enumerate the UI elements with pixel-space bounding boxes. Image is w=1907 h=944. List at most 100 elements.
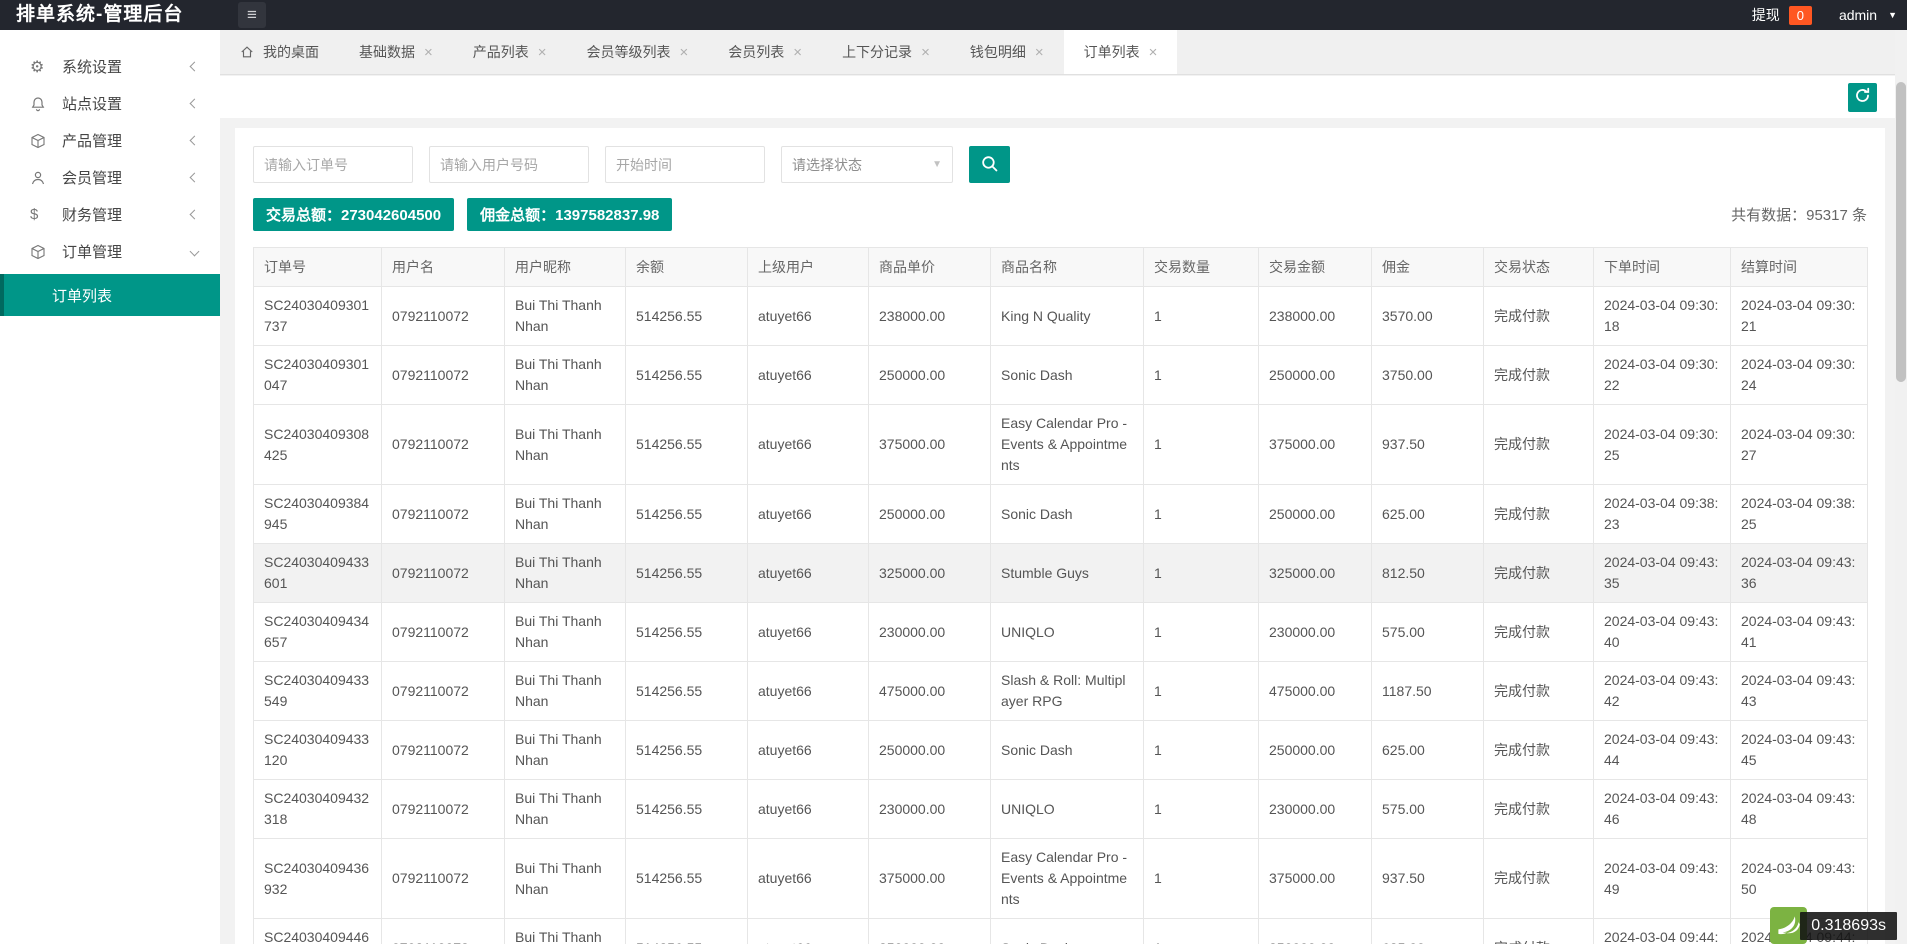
table-cell: 575.00 bbox=[1371, 779, 1484, 839]
sidebar-item-label: 站点设置 bbox=[62, 96, 123, 113]
close-icon[interactable]: × bbox=[1035, 44, 1044, 61]
commission-total-badge[interactable]: 佣金总额：1397582837.98 bbox=[467, 198, 673, 231]
table-cell: 1 bbox=[1143, 918, 1259, 944]
table-row: SC240304094461550792110072Bui Thi Thanh … bbox=[253, 918, 1868, 944]
table-cell: 0792110072 bbox=[381, 286, 505, 346]
sidebar-item[interactable]: ⚙ 系统设置 bbox=[0, 48, 220, 85]
chevron-left-icon bbox=[189, 135, 200, 146]
gear-icon: ⚙ bbox=[30, 58, 45, 76]
column-header: 结算时间 bbox=[1730, 247, 1868, 287]
close-icon[interactable]: × bbox=[538, 44, 547, 61]
table-cell: Bui Thi Thanh Nhan bbox=[504, 661, 626, 721]
column-header: 订单号 bbox=[253, 247, 382, 287]
table-cell: 完成付款 bbox=[1483, 720, 1594, 780]
refresh-button[interactable] bbox=[1848, 83, 1877, 112]
close-icon[interactable]: × bbox=[424, 44, 433, 61]
column-header: 交易数量 bbox=[1143, 247, 1259, 287]
scrollbar-track[interactable] bbox=[1895, 30, 1907, 944]
sidebar-item[interactable]: 会员管理 bbox=[0, 159, 220, 196]
tab[interactable]: 上下分记录 × bbox=[822, 30, 950, 74]
close-icon[interactable]: × bbox=[793, 44, 802, 61]
status-select[interactable]: 请选择状态 ▼ bbox=[781, 146, 953, 183]
table-cell: 575.00 bbox=[1371, 602, 1484, 662]
table-cell: 2024-03-04 09:30:25 bbox=[1593, 404, 1731, 485]
tab[interactable]: 会员等级列表 × bbox=[567, 30, 709, 74]
table-cell: 0792110072 bbox=[381, 720, 505, 780]
table-cell: 250000.00 bbox=[868, 918, 991, 944]
withdraw-count-badge[interactable]: 0 bbox=[1788, 5, 1812, 25]
sidebar-subitem[interactable]: 订单列表 bbox=[0, 274, 220, 316]
record-count: 共有数据：95317 条 bbox=[1731, 207, 1867, 224]
search-button[interactable] bbox=[969, 146, 1010, 183]
sidebar-item[interactable]: 订单管理 bbox=[0, 233, 220, 270]
table-cell: 2024-03-04 09:38:25 bbox=[1730, 484, 1868, 544]
table-cell: 完成付款 bbox=[1483, 661, 1594, 721]
table-cell: 3750.00 bbox=[1371, 345, 1484, 405]
table-cell: 1 bbox=[1143, 484, 1259, 544]
table-cell: 230000.00 bbox=[868, 602, 991, 662]
sidebar-item-label: 产品管理 bbox=[62, 133, 123, 150]
table-cell: atuyet66 bbox=[747, 286, 869, 346]
tab[interactable]: 会员列表 × bbox=[708, 30, 822, 74]
sidebar-item-label: 系统设置 bbox=[62, 59, 123, 76]
table-cell: 2024-03-04 09:43:43 bbox=[1730, 661, 1868, 721]
table-cell: Stumble Guys bbox=[990, 543, 1144, 603]
table-cell: 0792110072 bbox=[381, 602, 505, 662]
table-cell: SC24030409436932 bbox=[253, 838, 382, 919]
close-icon[interactable]: × bbox=[680, 44, 689, 61]
table-cell: 625.00 bbox=[1371, 720, 1484, 780]
table-cell: Bui Thi Thanh Nhan bbox=[504, 720, 626, 780]
table-cell: 1 bbox=[1143, 286, 1259, 346]
table-cell: 325000.00 bbox=[868, 543, 991, 603]
table-cell: atuyet66 bbox=[747, 918, 869, 944]
table-row: SC24030409301737 0792110072 Bui Thi Thanh … bbox=[253, 286, 1868, 346]
table-cell: 1 bbox=[1143, 602, 1259, 662]
tab[interactable]: 订单列表 × bbox=[1063, 30, 1178, 74]
menu-icon[interactable]: ≡ bbox=[238, 2, 266, 28]
table-cell: 475000.00 bbox=[868, 661, 991, 721]
tab[interactable]: 我的桌面 bbox=[220, 30, 339, 74]
table-cell: 514256.55 bbox=[625, 661, 748, 721]
table-cell: 937.50 bbox=[1371, 838, 1484, 919]
tab[interactable]: 基础数据 × bbox=[339, 30, 453, 74]
sidebar: ⚙ 系统设置站点设置产品管理会员管理 $ 财务管理 订单管理订单列表 bbox=[0, 30, 220, 944]
chevron-left-icon bbox=[189, 98, 200, 109]
table-cell: 2024-03-04 09:43:40 bbox=[1593, 602, 1731, 662]
order-no-input[interactable] bbox=[253, 146, 413, 183]
caret-down-icon[interactable]: ▼ bbox=[1888, 10, 1897, 20]
sidebar-item[interactable]: 站点设置 bbox=[0, 85, 220, 122]
tab-label: 上下分记录 bbox=[842, 44, 913, 60]
close-icon[interactable]: × bbox=[921, 44, 930, 61]
close-icon[interactable]: × bbox=[1149, 44, 1158, 61]
table-cell: 2024-03-04 09:43:45 bbox=[1730, 720, 1868, 780]
user-icon bbox=[30, 170, 56, 186]
trade-total-badge[interactable]: 交易总额：273042604500 bbox=[253, 198, 455, 231]
sidebar-item[interactable]: $ 财务管理 bbox=[0, 196, 220, 233]
table-cell: Slash & Roll: Multiplayer RPG bbox=[990, 661, 1144, 721]
table-cell: Bui Thi Thanh Nhan bbox=[504, 484, 626, 544]
tab[interactable]: 钱包明细 × bbox=[950, 30, 1064, 74]
withdraw-link[interactable]: 提现 bbox=[1752, 5, 1780, 25]
column-header: 商品单价 bbox=[868, 247, 991, 287]
start-time-input[interactable] bbox=[605, 146, 765, 183]
admin-menu[interactable]: admin bbox=[1839, 7, 1877, 23]
scrollbar-thumb[interactable] bbox=[1896, 82, 1906, 382]
table-cell: 230000.00 bbox=[1258, 602, 1372, 662]
tab[interactable]: 产品列表 × bbox=[453, 30, 567, 74]
table-cell: Bui Thi Thanh Nhan bbox=[504, 404, 626, 485]
table-cell: 514256.55 bbox=[625, 720, 748, 780]
table-cell: 完成付款 bbox=[1483, 286, 1594, 346]
table-row: SC24030409308425 0792110072 Bui Thi Thanh … bbox=[253, 404, 1868, 485]
sidebar-item[interactable]: 产品管理 bbox=[0, 122, 220, 159]
orders-table: 订单号 用户名 用户昵称 余额 上级用户 商品单价 商品名称 交易数量 交易金额 佣金 交易状态 下单… bbox=[253, 247, 1868, 944]
table-cell: atuyet66 bbox=[747, 661, 869, 721]
table-cell: 514256.55 bbox=[625, 918, 748, 944]
table-cell: 1 bbox=[1143, 543, 1259, 603]
table-cell: atuyet66 bbox=[747, 779, 869, 839]
user-no-input[interactable] bbox=[429, 146, 589, 183]
chevron-left-icon bbox=[189, 61, 200, 72]
table-cell: 812.50 bbox=[1371, 543, 1484, 603]
table-cell: 514256.55 bbox=[625, 543, 748, 603]
table-cell: 0792110072 bbox=[381, 661, 505, 721]
table-cell: 625.00 bbox=[1371, 484, 1484, 544]
